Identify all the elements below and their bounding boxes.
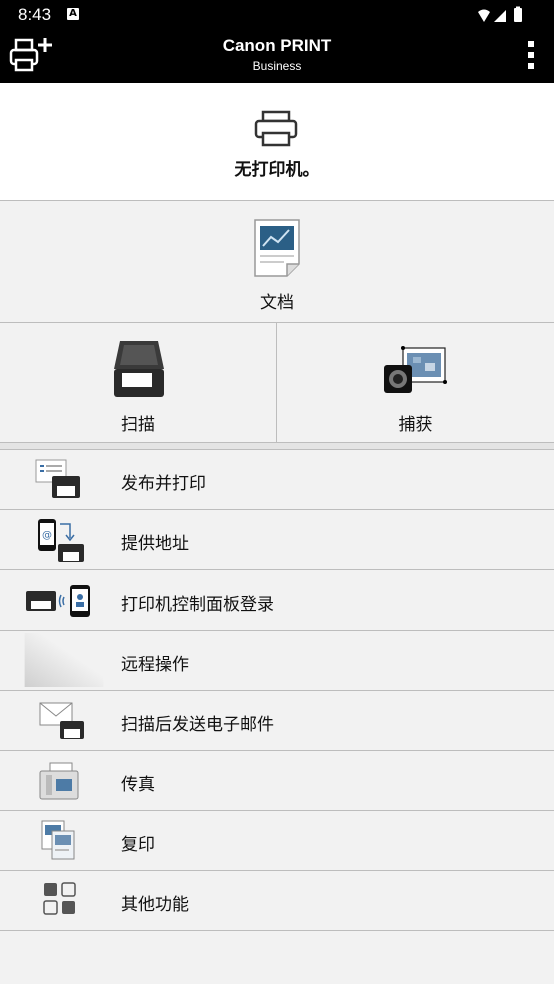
menu-label: 扫描后发送电子邮件 — [121, 715, 274, 735]
tile-document[interactable]: 文档 — [0, 201, 554, 323]
menu-label: 复印 — [121, 835, 155, 855]
svg-text:@: @ — [42, 530, 52, 541]
menu-label: 其他功能 — [121, 895, 189, 915]
document-icon — [254, 219, 300, 277]
tile-capture[interactable]: 捕获 — [277, 323, 554, 442]
tile-scan[interactable]: 扫描 — [0, 323, 277, 442]
list-item-fax[interactable]: 传真 — [0, 751, 554, 811]
list-item-remote-operation[interactable]: 远程操作 — [0, 631, 554, 691]
notification-a-icon: A — [67, 8, 79, 20]
menu-label: 打印机控制面板登录 — [121, 595, 274, 615]
system-icons — [478, 6, 522, 22]
list-item-panel-login[interactable]: 打印机控制面板登录 — [0, 571, 554, 631]
signal-icon — [494, 10, 506, 22]
scanner-icon — [114, 341, 164, 397]
more-vert-icon[interactable] — [526, 40, 536, 70]
list-item-copy[interactable]: 复印 — [0, 811, 554, 871]
list-item-provide-address[interactable]: @ 提供地址 — [0, 510, 554, 570]
section-divider — [0, 442, 554, 450]
panel-login-icon — [26, 585, 90, 617]
document-label: 文档 — [260, 293, 294, 313]
publish-print-icon — [35, 459, 80, 498]
remote-operation-icon — [24, 633, 104, 687]
app-subtitle: Business — [252, 59, 302, 73]
list-item-scan-email[interactable]: 扫描后发送电子邮件 — [0, 691, 554, 751]
copy-icon — [41, 820, 75, 860]
list-item-publish-print[interactable]: 发布并打印 — [0, 450, 554, 510]
capture-label: 捕获 — [398, 415, 433, 435]
app-title: Canon PRINT — [222, 36, 332, 55]
printer-icon — [254, 110, 298, 147]
menu-label: 传真 — [121, 775, 155, 795]
other-functions-icon — [43, 882, 76, 915]
menu-label: 提供地址 — [121, 534, 189, 554]
camera-capture-icon — [384, 346, 447, 393]
scan-label: 扫描 — [121, 415, 155, 435]
scan-email-icon — [39, 702, 84, 739]
app-bar: Canon PRINT Business — [0, 30, 554, 83]
menu-label: 发布并打印 — [121, 474, 206, 494]
fax-icon — [39, 762, 79, 800]
status-time: 8:43 — [18, 5, 52, 24]
battery-icon — [514, 8, 522, 22]
printer-selector[interactable]: 无打印机。 — [0, 83, 554, 201]
menu-label: 远程操作 — [121, 655, 189, 675]
wifi-icon — [478, 9, 490, 22]
status-bar: 8:43 A — [0, 0, 554, 30]
no-printer-label: 无打印机。 — [234, 160, 320, 180]
list-item-other-functions[interactable]: 其他功能 — [0, 871, 554, 931]
provide-address-icon: @ — [38, 519, 84, 562]
